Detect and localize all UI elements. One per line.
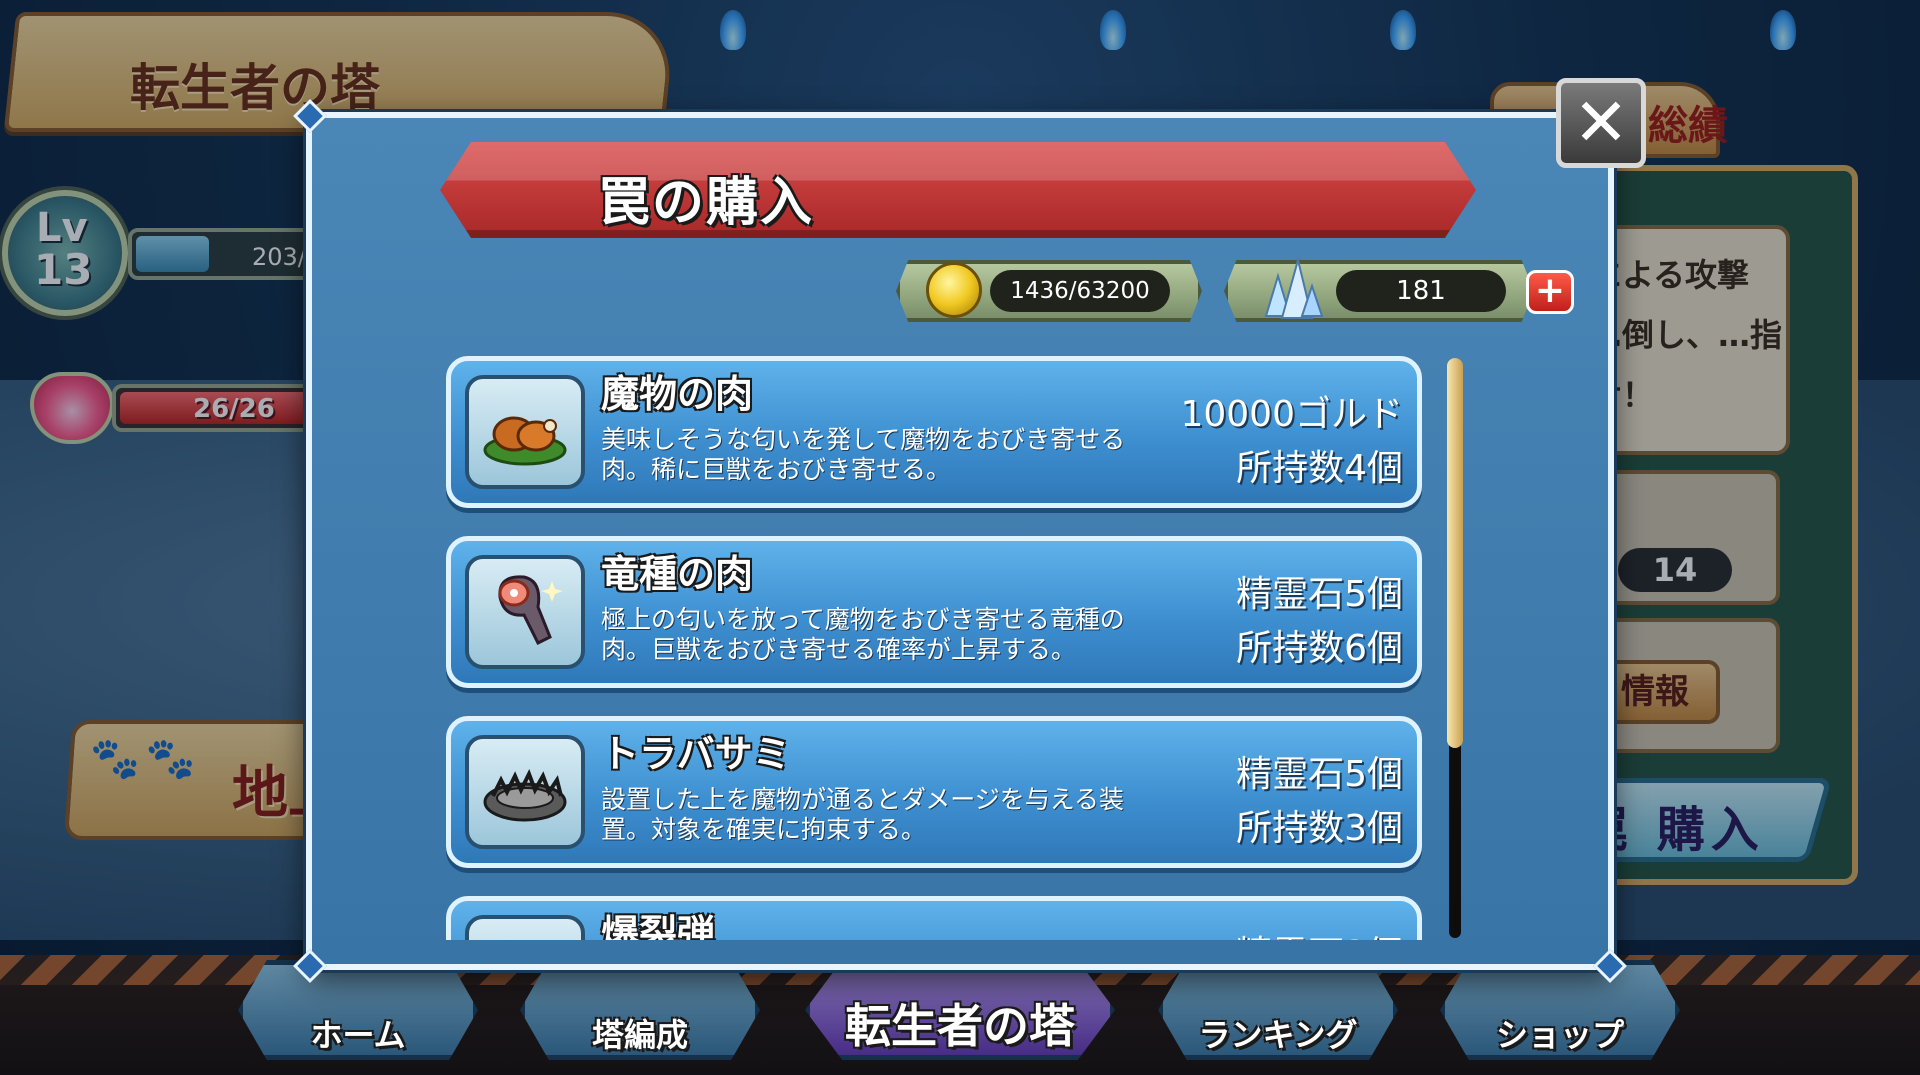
trap-description: 美味しそうな匂いを発して魔物をおびき寄せる肉。稀に巨獣をおびき寄せる。	[601, 425, 1126, 484]
close-icon: ✕	[1573, 84, 1629, 161]
trap-name: 竜種の肉	[601, 552, 754, 596]
trap-name: 爆裂弾	[601, 912, 716, 940]
close-button[interactable]: ✕	[1556, 78, 1646, 168]
gold-value: 1436/63200	[990, 270, 1170, 312]
trap-price: 精霊石5個	[1236, 574, 1403, 615]
nav-shop-label: ショップ	[1495, 1016, 1624, 1054]
dialog-header-shade	[440, 142, 1476, 238]
trap-owned-count: 所持数6個	[1236, 628, 1403, 669]
trap-name: トラバサミ	[601, 732, 791, 776]
spirit-stone-icon	[1264, 256, 1324, 319]
list-scrollbar-thumb[interactable]	[1447, 358, 1463, 748]
trap-owned-count: 所持数3個	[1236, 808, 1403, 849]
dialog-title: 罠の購入	[598, 173, 815, 233]
trap-item[interactable]: 魔物の肉 美味しそうな匂いを発して魔物をおびき寄せる肉。稀に巨獣をおびき寄せる。…	[446, 356, 1422, 508]
meat-icon	[465, 375, 585, 489]
bear-trap-icon	[465, 735, 585, 849]
spirit-stone-value: 181	[1336, 270, 1506, 312]
trap-description: 極上の匂いを放って魔物をおびき寄せる竜種の肉。巨獣をおびき寄せる確率が上昇する。	[601, 605, 1125, 664]
trap-price: 10000ゴルド	[1180, 394, 1403, 435]
dragon-meat-icon	[465, 555, 585, 669]
nav-home-label: ホーム	[310, 1016, 406, 1054]
nav-team-label: 塔編成	[591, 1016, 688, 1054]
trap-list[interactable]: 魔物の肉 美味しそうな匂いを発して魔物をおびき寄せる肉。稀に巨獣をおびき寄せる。…	[440, 350, 1430, 940]
trap-owned-count: 所持数4個	[1236, 448, 1403, 489]
trap-item[interactable]: トラバサミ 設置した上を魔物が通るとダメージを与える装置。対象を確実に拘束する。…	[446, 716, 1422, 868]
nav-ranking-label: ランキング	[1198, 1016, 1358, 1054]
add-spirit-stone-button[interactable]: +	[1526, 270, 1574, 314]
trap-description: 設置した上を魔物が通るとダメージを与える装置。対象を確実に拘束する。	[601, 785, 1125, 844]
trap-price: 精霊石3個	[1236, 925, 1403, 940]
trap-item[interactable]: 爆裂弾 精霊石3個	[446, 896, 1422, 940]
trap-name: 魔物の肉	[601, 372, 754, 416]
nav-tower-label: 転生者の塔	[845, 999, 1075, 1053]
gold-coin-icon	[926, 262, 982, 318]
trap-price: 精霊石5個	[1236, 754, 1403, 795]
bomb-icon	[465, 915, 585, 940]
trap-item[interactable]: 竜種の肉 極上の匂いを放って魔物をおびき寄せる竜種の肉。巨獣をおびき寄せる確率が…	[446, 536, 1422, 688]
